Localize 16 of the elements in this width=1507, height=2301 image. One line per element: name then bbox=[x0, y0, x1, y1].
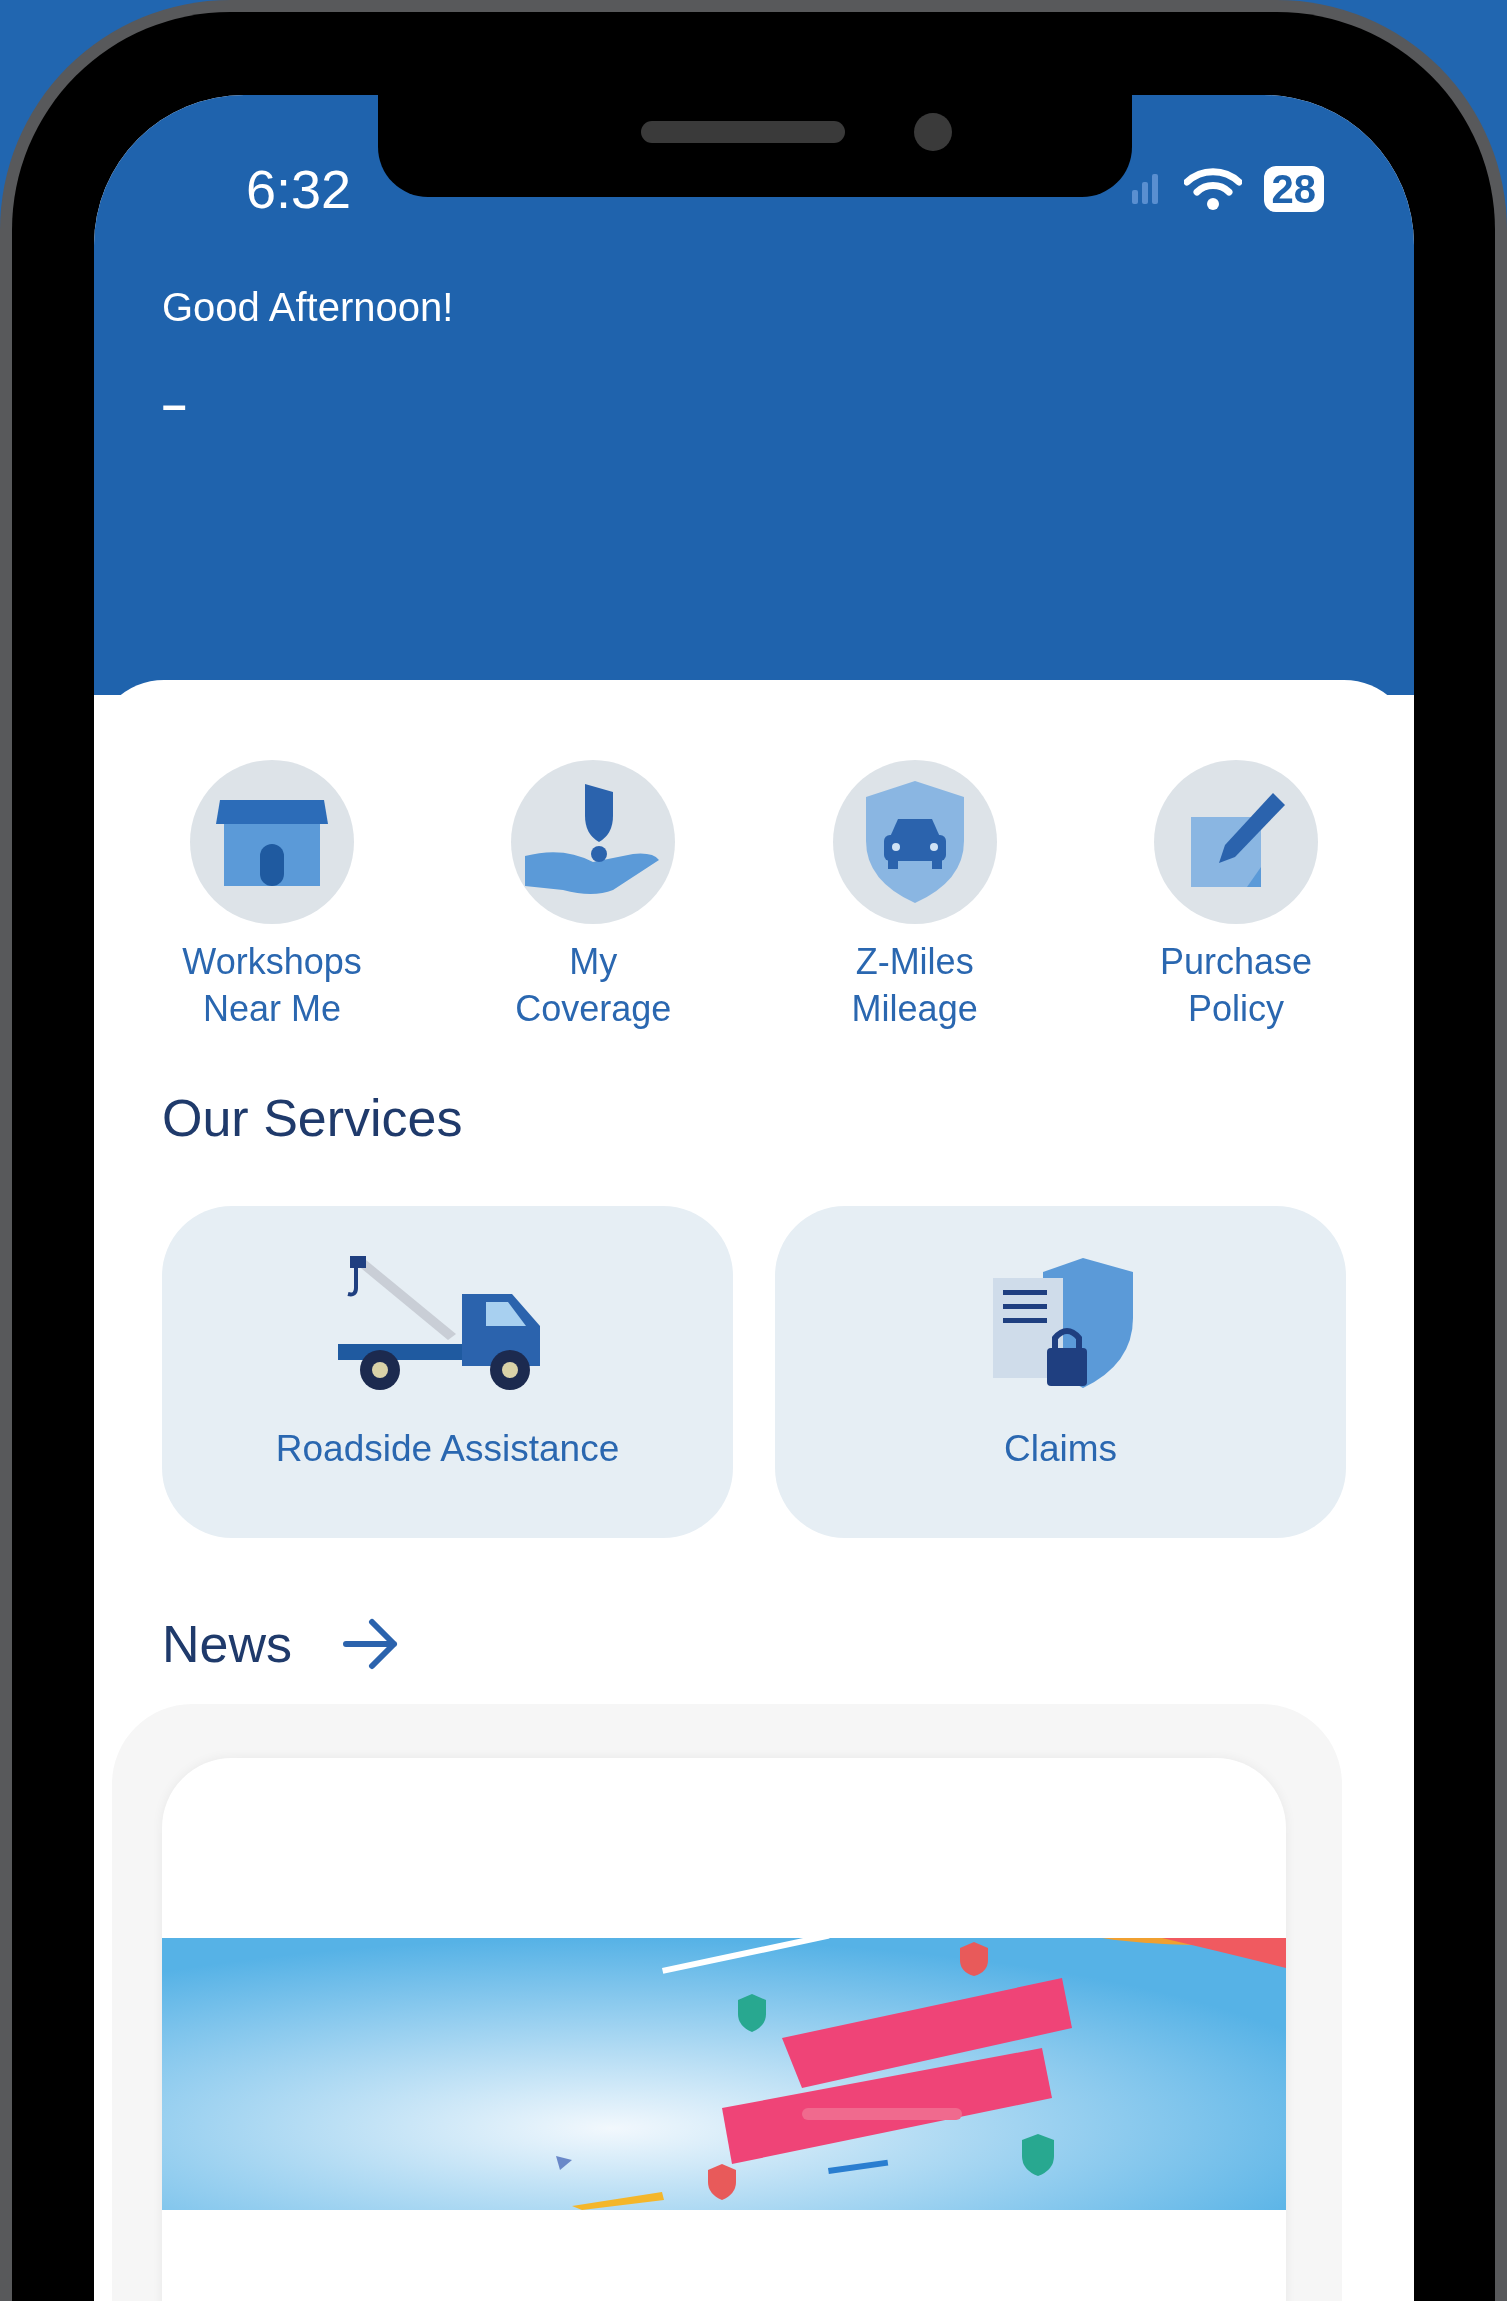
battery-indicator: 28 bbox=[1263, 166, 1324, 212]
section-title: Our Services bbox=[162, 1088, 464, 1148]
service-card[interactable]: Claims bbox=[775, 1206, 1346, 1538]
user-name: – bbox=[162, 380, 188, 430]
greeting-text: Good Afternoon! bbox=[162, 285, 455, 330]
news-card[interactable] bbox=[162, 1758, 1286, 2301]
section-title: News bbox=[162, 1614, 293, 1674]
quick-action-label[interactable]: My Coverage bbox=[515, 938, 672, 1032]
service-label: Roadside Assistance bbox=[275, 1428, 620, 1470]
quick-action-label[interactable]: Z-Miles Mileage bbox=[851, 938, 978, 1032]
service-label: Claims bbox=[1003, 1428, 1118, 1470]
quick-action-label[interactable]: Purchase Policy bbox=[1159, 938, 1313, 1032]
service-card[interactable]: Roadside Assistance bbox=[162, 1206, 733, 1538]
status-time: 6:32 bbox=[246, 158, 352, 220]
wifi-icon bbox=[1183, 168, 1242, 210]
quick-action-label[interactable]: Workshops Near Me bbox=[182, 938, 362, 1032]
